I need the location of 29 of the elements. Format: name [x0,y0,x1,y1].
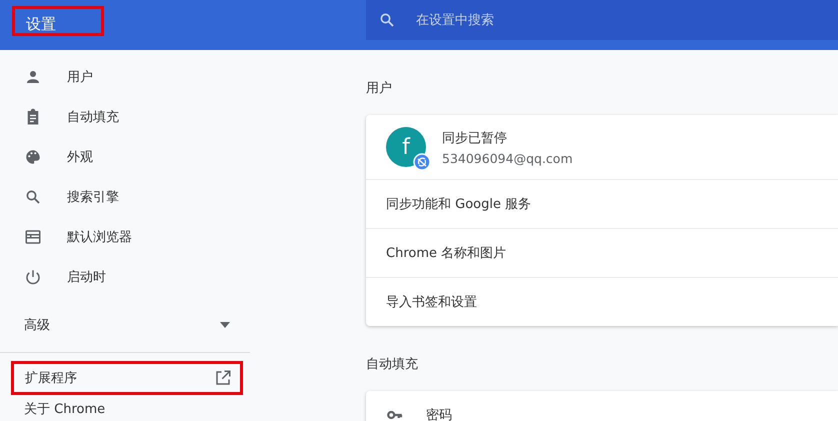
section-title: 自动填充 [366,356,419,374]
advanced-toggle[interactable]: 高级 [0,305,250,345]
search-field[interactable]: 在设置中搜索 [414,12,718,28]
search-icon [378,11,396,29]
sidebar-item[interactable]: 启动时 [0,257,250,297]
browser-window-icon [24,228,42,246]
sidebar-item[interactable]: 默认浏览器 [0,217,250,257]
settings-row[interactable]: 导入书签和设置 [366,278,838,326]
settings-row[interactable]: Chrome 名称和图片 [366,229,838,278]
settings-row[interactable]: 密码 [366,391,838,421]
caret-icon [220,322,230,328]
page-title: 设置 [12,6,104,36]
sidebar-item[interactable]: 搜索引擎 [0,177,250,217]
sidebar-item[interactable]: 外观 [0,137,250,177]
search-bar[interactable]: 在设置中搜索 [366,0,838,40]
sync-status: 同步已暂停 [442,130,508,146]
settings-row[interactable]: 同步功能和 Google 服务 [366,180,838,229]
external-link-icon [214,369,232,387]
sidebar-item[interactable]: 自动填充 [0,97,250,137]
sidebar-item[interactable]: 用户 [0,57,250,97]
palette-icon [24,148,42,166]
power-icon [24,268,42,286]
sidebar-item[interactable]: 扩展程序 [11,361,243,395]
sync-paused-icon [413,153,431,171]
sidebar-item[interactable]: 关于 Chrome [0,395,250,418]
search-icon [24,188,42,206]
section-title: 用户 [366,80,393,98]
person-icon [24,68,42,86]
account-email: 534096094@qq.com [442,150,573,166]
